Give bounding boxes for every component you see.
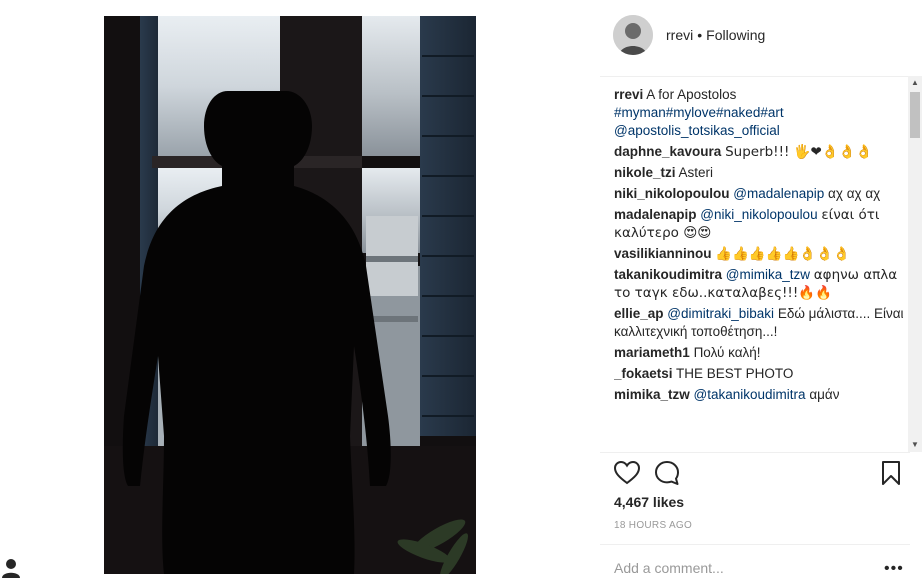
- caption: rrevi A for Apostolos #myman#mylove#nake…: [614, 86, 904, 140]
- divider: [600, 452, 910, 453]
- comment-item: madalenapip @niki_nikolopoulou είναι ότι…: [614, 206, 904, 242]
- more-options-icon[interactable]: •••: [884, 560, 904, 578]
- comment-item: daphne_kavoura Superb!!! 🖐❤👌👌👌: [614, 143, 904, 161]
- comment-text: αμάν: [809, 387, 840, 402]
- comment-item: vasilikianninou 👍👍👍👍👍👌👌👌: [614, 245, 904, 263]
- comment-author-link[interactable]: nikole_tzi: [614, 165, 676, 180]
- comment-text: αχ αχ αχ: [828, 186, 881, 201]
- caption-mention[interactable]: @apostolis_totsikas_official: [614, 122, 904, 140]
- comments-scrollbar[interactable]: ▲ ▼: [908, 76, 922, 452]
- comment-text: Superb!!! 🖐❤👌👌👌: [725, 144, 873, 160]
- comment-author-link[interactable]: ellie_ap: [614, 306, 664, 321]
- comment-item: mariameth1 Πολύ καλή!: [614, 344, 904, 362]
- comment-author-link[interactable]: _fokaetsi: [614, 366, 673, 381]
- comment-item: niki_nikolopoulou @madalenapip αχ αχ αχ: [614, 185, 904, 203]
- comment-text: Asteri: [678, 165, 714, 180]
- post-header: rrevi • Following: [600, 8, 910, 62]
- separator-dot: •: [697, 27, 703, 43]
- comment-mention-link[interactable]: @dimitraki_bibaki: [667, 306, 774, 321]
- comment-author-link[interactable]: vasilikianninou: [614, 246, 712, 261]
- comment-author-link[interactable]: takanikoudimitra: [614, 267, 722, 282]
- comment-mention-link[interactable]: @takanikoudimitra: [694, 387, 806, 402]
- comment-icon[interactable]: [654, 460, 680, 486]
- comment-item: mimika_tzw @takanikoudimitra αμάν: [614, 386, 904, 404]
- caption-text: A for Apostolos: [646, 87, 737, 102]
- scroll-up-arrow-icon[interactable]: ▲: [908, 76, 922, 90]
- comment-item: takanikoudimitra @mimika_tzw αφηνω απλα …: [614, 266, 904, 302]
- comment-text: THE BEST PHOTO: [676, 366, 794, 381]
- divider: [600, 76, 910, 77]
- scroll-down-arrow-icon[interactable]: ▼: [908, 438, 922, 452]
- post-timestamp[interactable]: 18 HOURS AGO: [614, 520, 692, 531]
- avatar[interactable]: [613, 15, 653, 55]
- comment-item: _fokaetsi THE BEST PHOTO: [614, 365, 904, 383]
- divider: [600, 544, 910, 545]
- post-photo[interactable]: [104, 16, 476, 574]
- caption-author-link[interactable]: rrevi: [614, 87, 643, 102]
- account-icon[interactable]: [0, 556, 22, 578]
- scroll-thumb[interactable]: [910, 92, 920, 138]
- caption-hashtags[interactable]: #myman#mylove#naked#art: [614, 104, 904, 122]
- post-image: [104, 16, 476, 574]
- header-username-link[interactable]: rrevi: [666, 27, 693, 43]
- likes-count[interactable]: 4,467 likes: [614, 494, 684, 510]
- comment-item: ellie_ap @dimitraki_bibaki Εδώ μάλιστα..…: [614, 305, 904, 341]
- comment-mention-link[interactable]: @niki_nikolopoulou: [700, 207, 817, 222]
- add-comment-input[interactable]: Add a comment...: [614, 560, 724, 576]
- following-button[interactable]: Following: [706, 27, 765, 43]
- comment-author-link[interactable]: daphne_kavoura: [614, 144, 721, 159]
- comment-mention-link[interactable]: @mimika_tzw: [726, 267, 810, 282]
- comment-author-link[interactable]: mimika_tzw: [614, 387, 690, 402]
- bookmark-icon[interactable]: [878, 460, 904, 486]
- comment-author-link[interactable]: madalenapip: [614, 207, 697, 222]
- action-bar: [613, 460, 904, 490]
- comment-text: 👍👍👍👍👍👌👌👌: [715, 246, 850, 262]
- comment-author-link[interactable]: niki_nikolopoulou: [614, 186, 730, 201]
- comment-mention-link[interactable]: @madalenapip: [733, 186, 824, 201]
- comment-list: rrevi A for Apostolos #myman#mylove#nake…: [614, 86, 904, 452]
- heart-icon[interactable]: [613, 460, 641, 486]
- comment-text: Πολύ καλή!: [693, 345, 761, 360]
- comment-author-link[interactable]: mariameth1: [614, 345, 690, 360]
- comment-item: nikole_tzi Asteri: [614, 164, 904, 182]
